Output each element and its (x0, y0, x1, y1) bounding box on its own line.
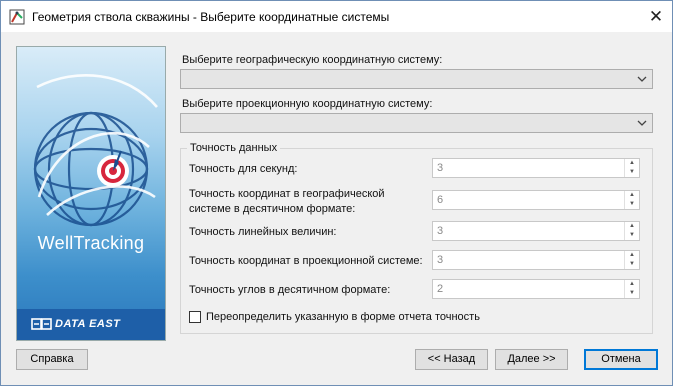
spin-up-icon[interactable]: ▲ (625, 222, 639, 231)
proj-system-label: Выберите проекционную координатную систе… (182, 98, 433, 110)
seconds-precision-value: 3 (437, 162, 444, 174)
back-button[interactable]: << Назад (415, 349, 488, 370)
spin-up-icon[interactable]: ▲ (625, 159, 639, 168)
company-logo-text: DATA EAST (55, 318, 121, 330)
seconds-precision-label: Точность для секунд: (189, 163, 298, 175)
angle-precision-stepper[interactable]: 2 ▲ ▼ (432, 279, 640, 299)
chevron-down-icon (637, 76, 647, 82)
proj-coord-precision-stepper[interactable]: 3 ▲ ▼ (432, 250, 640, 270)
geo-system-label: Выберите географическую координатную сис… (182, 54, 443, 66)
geo-coord-precision-label: Точность координат в географической (189, 188, 385, 200)
angle-precision-label: Точность углов в десятичном формате: (189, 284, 391, 296)
product-banner: WellTracking DATA EAST (16, 46, 166, 341)
geo-coord-precision-label-line2: системе в десятичном формате: (189, 203, 356, 215)
brand-name: WellTracking (37, 233, 145, 253)
seconds-precision-stepper[interactable]: 3 ▲ ▼ (432, 158, 640, 178)
chevron-down-icon (637, 120, 647, 126)
geo-system-select[interactable] (180, 69, 653, 89)
override-precision-label: Переопределить указанную в форме отчета … (206, 311, 480, 323)
app-icon (9, 9, 25, 25)
window-title: Геометрия ствола скважины - Выберите коо… (32, 10, 390, 24)
title-bar: Геометрия ствола скважины - Выберите коо… (1, 1, 672, 32)
spin-up-icon[interactable]: ▲ (625, 191, 639, 200)
dialog-window: Геометрия ствола скважины - Выберите коо… (0, 0, 673, 386)
precision-group-title: Точность данных (187, 142, 281, 154)
spin-down-icon[interactable]: ▼ (625, 231, 639, 240)
close-icon: ✕ (648, 7, 664, 26)
banner-footer: DATA EAST (17, 309, 165, 340)
linear-precision-label: Точность линейных величин: (189, 226, 337, 238)
spin-down-icon[interactable]: ▼ (625, 200, 639, 209)
geo-coord-precision-value: 6 (437, 194, 444, 206)
spin-up-icon[interactable]: ▲ (625, 251, 639, 260)
spin-up-icon[interactable]: ▲ (625, 280, 639, 289)
proj-coord-precision-label: Точность координат в проекционной систем… (189, 255, 423, 267)
angle-precision-value: 2 (437, 283, 444, 295)
spin-down-icon[interactable]: ▼ (625, 168, 639, 177)
linear-precision-value: 3 (437, 225, 444, 237)
linear-precision-stepper[interactable]: 3 ▲ ▼ (432, 221, 640, 241)
cancel-button[interactable]: Отмена (584, 349, 658, 370)
proj-coord-precision-value: 3 (437, 254, 444, 266)
globe-target-icon (33, 74, 158, 227)
help-button[interactable]: Справка (16, 349, 88, 370)
close-button[interactable]: ✕ (641, 3, 671, 30)
spin-down-icon[interactable]: ▼ (625, 289, 639, 298)
next-button[interactable]: Далее >> (495, 349, 568, 370)
proj-system-select[interactable] (180, 113, 653, 133)
geo-coord-precision-stepper[interactable]: 6 ▲ ▼ (432, 190, 640, 210)
override-precision-checkbox[interactable] (189, 311, 201, 323)
company-logo-icon (31, 318, 52, 330)
spin-down-icon[interactable]: ▼ (625, 260, 639, 269)
